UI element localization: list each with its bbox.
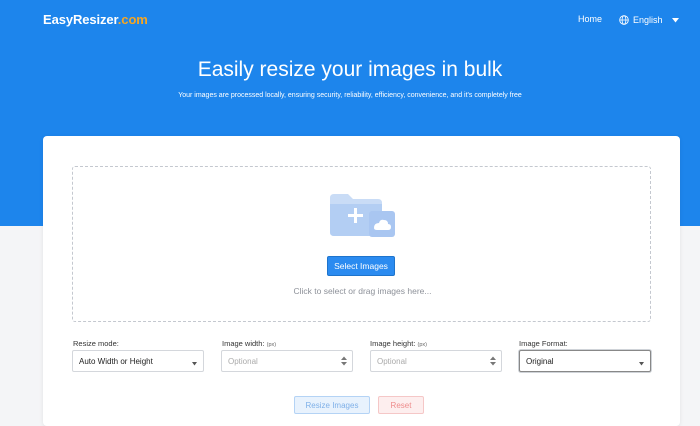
image-dropzone[interactable]: Select Images Click to select or drag im… bbox=[72, 166, 651, 322]
folder-cloud-icon bbox=[328, 192, 396, 243]
top-nav: EasyResizer.com Home English bbox=[0, 0, 700, 40]
language-label: English bbox=[633, 15, 663, 25]
image-height-placeholder: Optional bbox=[377, 356, 407, 366]
select-arrow-icon bbox=[192, 359, 197, 368]
select-arrow-icon bbox=[639, 359, 644, 368]
resizer-card: Select Images Click to select or drag im… bbox=[43, 136, 680, 426]
page-title: Easily resize your images in bulk bbox=[197, 58, 503, 81]
image-format-select[interactable]: Original bbox=[519, 350, 651, 372]
resize-mode-value: Auto Width or Height bbox=[79, 356, 153, 366]
image-width-placeholder: Optional bbox=[228, 356, 258, 366]
spinner-icon bbox=[490, 356, 496, 368]
image-height-label: Image height: (px) bbox=[370, 339, 427, 348]
image-width-label: Image width: (px) bbox=[222, 339, 276, 348]
spinner-icon bbox=[341, 356, 347, 368]
nav-home-link[interactable]: Home bbox=[578, 14, 602, 24]
logo[interactable]: EasyResizer.com bbox=[43, 12, 148, 27]
image-height-unit: (px) bbox=[417, 342, 428, 348]
image-format-label: Image Format: bbox=[519, 339, 568, 348]
reset-button[interactable]: Reset bbox=[378, 396, 424, 414]
page-subtitle: Your images are processed locally, ensur… bbox=[178, 92, 522, 99]
image-width-input[interactable]: Optional bbox=[221, 350, 353, 372]
logo-text: EasyResizer bbox=[43, 12, 118, 27]
select-images-button[interactable]: Select Images bbox=[327, 256, 395, 276]
resize-images-button[interactable]: Resize Images bbox=[294, 396, 370, 414]
dropzone-hint: Click to select or drag images here... bbox=[293, 286, 432, 296]
image-height-input[interactable]: Optional bbox=[370, 350, 502, 372]
resize-mode-label: Resize mode: bbox=[73, 339, 119, 348]
image-width-label-text: Image width: bbox=[222, 339, 265, 348]
language-selector[interactable]: English bbox=[619, 13, 679, 27]
resize-mode-select[interactable]: Auto Width or Height bbox=[72, 350, 204, 372]
image-format-value: Original bbox=[526, 356, 554, 366]
globe-icon bbox=[619, 15, 629, 25]
logo-suffix: .com bbox=[117, 12, 148, 27]
caret-down-icon bbox=[671, 17, 679, 23]
image-width-unit: (px) bbox=[266, 342, 277, 348]
image-height-label-text: Image height: bbox=[370, 339, 416, 348]
